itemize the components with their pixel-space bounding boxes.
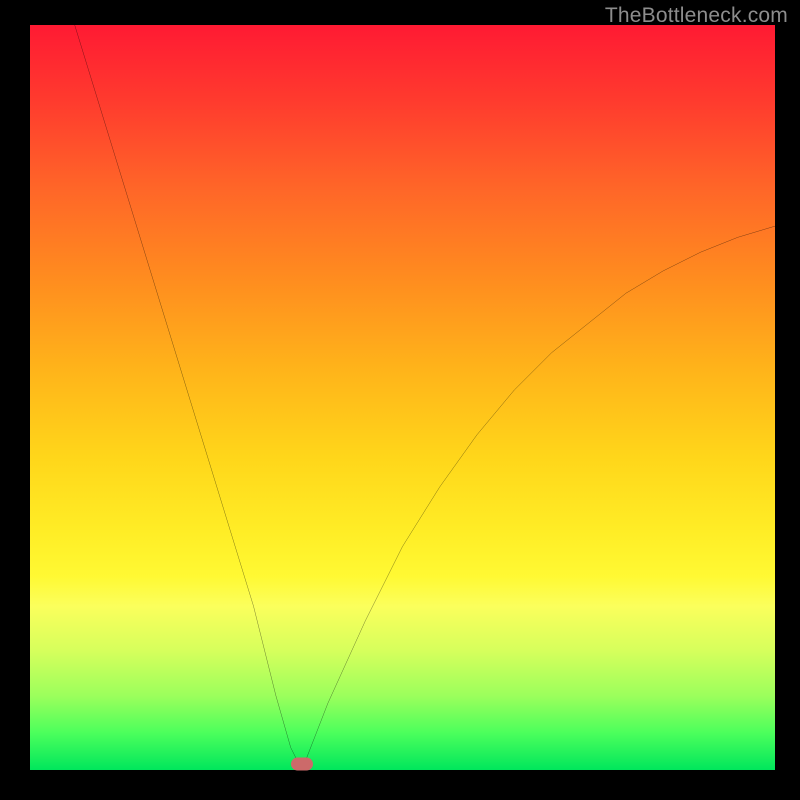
bottleneck-curve xyxy=(30,25,775,770)
chart-container: TheBottleneck.com xyxy=(0,0,800,800)
optimal-point-marker xyxy=(291,758,313,771)
plot-area xyxy=(30,25,775,770)
watermark-text: TheBottleneck.com xyxy=(605,4,788,28)
